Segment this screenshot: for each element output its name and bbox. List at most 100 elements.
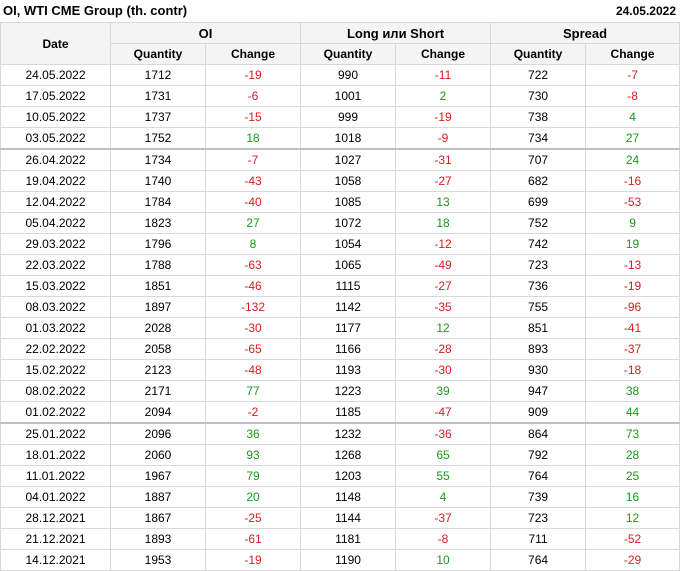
spread-change-cell: -8 bbox=[585, 85, 680, 107]
oi-change-header: Change bbox=[204, 43, 302, 65]
table-row: 11.01.2022 1967 79 1203 55 764 25 bbox=[0, 465, 680, 487]
spread-quantity-cell: 909 bbox=[490, 401, 587, 424]
long-short-quantity-cell: 1144 bbox=[300, 507, 397, 529]
long-short-change-cell: 18 bbox=[395, 212, 492, 234]
spread-change-cell: -53 bbox=[585, 191, 680, 213]
long-short-change-cell: 2 bbox=[395, 85, 492, 107]
long-short-change-cell: -31 bbox=[395, 148, 492, 171]
date-cell: 15.03.2022 bbox=[0, 275, 111, 297]
oi-change-cell: -48 bbox=[204, 359, 302, 381]
date-cell: 10.05.2022 bbox=[0, 106, 111, 128]
table-row: 14.12.2021 1953 -19 1190 10 764 -29 bbox=[0, 549, 680, 571]
table-row: 03.05.2022 1752 18 1018 -9 734 27 bbox=[0, 127, 680, 150]
long-short-quantity-cell: 990 bbox=[300, 64, 397, 86]
long-short-quantity-header: Quantity bbox=[300, 43, 397, 65]
oi-change-cell: -19 bbox=[204, 549, 302, 571]
long-short-quantity-cell: 1223 bbox=[300, 380, 397, 402]
table-row: 08.02.2022 2171 77 1223 39 947 38 bbox=[0, 380, 680, 402]
long-short-quantity-cell: 1085 bbox=[300, 191, 397, 213]
oi-quantity-cell: 2096 bbox=[110, 422, 206, 445]
date-cell: 22.03.2022 bbox=[0, 254, 111, 276]
long-short-quantity-cell: 1018 bbox=[300, 127, 397, 150]
oi-quantity-cell: 1734 bbox=[110, 148, 206, 171]
date-cell: 01.02.2022 bbox=[0, 401, 111, 424]
oi-quantity-cell: 1887 bbox=[110, 486, 206, 508]
oi-change-cell: -46 bbox=[204, 275, 302, 297]
oi-quantity-cell: 1967 bbox=[110, 465, 206, 487]
oi-change-cell: -19 bbox=[204, 64, 302, 86]
long-short-change-cell: 39 bbox=[395, 380, 492, 402]
oi-quantity-cell: 1823 bbox=[110, 212, 206, 234]
oi-change-cell: 20 bbox=[204, 486, 302, 508]
table-body: 24.05.2022 1712 -19 990 -11 722 -7 17.05.2022 17… bbox=[0, 64, 680, 571]
long-short-change-cell: -28 bbox=[395, 338, 492, 360]
spread-quantity-cell: 730 bbox=[490, 85, 587, 107]
table-row: 17.05.2022 1731 -6 1001 2 730 -8 bbox=[0, 85, 680, 107]
spread-change-cell: 24 bbox=[585, 148, 680, 171]
long-short-change-cell: -30 bbox=[395, 359, 492, 381]
title-bar: OI, WTI CME Group (th. contr) 24.05.2022 bbox=[0, 0, 680, 22]
long-short-quantity-cell: 1177 bbox=[300, 317, 397, 339]
oi-quantity-cell: 1867 bbox=[110, 507, 206, 529]
long-short-group-header: Long или Short bbox=[300, 22, 492, 44]
table-row: 01.03.2022 2028 -30 1177 12 851 -41 bbox=[0, 317, 680, 339]
oi-change-cell: 27 bbox=[204, 212, 302, 234]
spread-change-cell: -41 bbox=[585, 317, 680, 339]
long-short-change-cell: -9 bbox=[395, 127, 492, 150]
spread-change-cell: -18 bbox=[585, 359, 680, 381]
oi-quantity-cell: 2123 bbox=[110, 359, 206, 381]
spread-quantity-header: Quantity bbox=[490, 43, 587, 65]
report-date: 24.05.2022 bbox=[615, 4, 676, 18]
spread-quantity-cell: 851 bbox=[490, 317, 587, 339]
date-cell: 08.03.2022 bbox=[0, 296, 111, 318]
spread-quantity-cell: 764 bbox=[490, 465, 587, 487]
long-short-change-header: Change bbox=[395, 43, 492, 65]
date-cell: 25.01.2022 bbox=[0, 422, 111, 445]
spread-quantity-cell: 739 bbox=[490, 486, 587, 508]
date-cell: 08.02.2022 bbox=[0, 380, 111, 402]
table-row: 12.04.2022 1784 -40 1085 13 699 -53 bbox=[0, 191, 680, 213]
spread-quantity-cell: 699 bbox=[490, 191, 587, 213]
long-short-change-cell: -27 bbox=[395, 170, 492, 192]
oi-quantity-cell: 1953 bbox=[110, 549, 206, 571]
long-short-quantity-cell: 1193 bbox=[300, 359, 397, 381]
table-row: 15.03.2022 1851 -46 1115 -27 736 -19 bbox=[0, 275, 680, 297]
spread-change-cell: -52 bbox=[585, 528, 680, 550]
oi-change-cell: 8 bbox=[204, 233, 302, 255]
spread-quantity-cell: 736 bbox=[490, 275, 587, 297]
spread-quantity-cell: 755 bbox=[490, 296, 587, 318]
table-row: 01.02.2022 2094 -2 1185 -47 909 44 bbox=[0, 401, 680, 424]
date-cell: 19.04.2022 bbox=[0, 170, 111, 192]
long-short-quantity-cell: 1268 bbox=[300, 444, 397, 466]
oi-change-cell: -132 bbox=[204, 296, 302, 318]
spread-change-cell: -37 bbox=[585, 338, 680, 360]
spread-change-cell: 9 bbox=[585, 212, 680, 234]
spread-change-cell: 16 bbox=[585, 486, 680, 508]
spread-change-cell: 19 bbox=[585, 233, 680, 255]
spread-change-cell: 4 bbox=[585, 106, 680, 128]
oi-quantity-cell: 1737 bbox=[110, 106, 206, 128]
spread-change-cell: 27 bbox=[585, 127, 680, 150]
spread-quantity-cell: 711 bbox=[490, 528, 587, 550]
table-row: 08.03.2022 1897 -132 1142 -35 755 -96 bbox=[0, 296, 680, 318]
long-short-quantity-cell: 1185 bbox=[300, 401, 397, 424]
date-cell: 26.04.2022 bbox=[0, 148, 111, 171]
long-short-quantity-cell: 1054 bbox=[300, 233, 397, 255]
table-row: 25.01.2022 2096 36 1232 -36 864 73 bbox=[0, 422, 680, 445]
spread-quantity-cell: 752 bbox=[490, 212, 587, 234]
table-row: 21.12.2021 1893 -61 1181 -8 711 -52 bbox=[0, 528, 680, 550]
oi-quantity-cell: 2028 bbox=[110, 317, 206, 339]
oi-change-cell: -61 bbox=[204, 528, 302, 550]
spread-change-cell: 38 bbox=[585, 380, 680, 402]
oi-quantity-cell: 2058 bbox=[110, 338, 206, 360]
oi-change-cell: 93 bbox=[204, 444, 302, 466]
spread-quantity-cell: 930 bbox=[490, 359, 587, 381]
long-short-change-cell: -36 bbox=[395, 422, 492, 445]
long-short-change-cell: 13 bbox=[395, 191, 492, 213]
long-short-quantity-cell: 1027 bbox=[300, 148, 397, 171]
oi-quantity-cell: 1788 bbox=[110, 254, 206, 276]
date-cell: 01.03.2022 bbox=[0, 317, 111, 339]
table-row: 19.04.2022 1740 -43 1058 -27 682 -16 bbox=[0, 170, 680, 192]
long-short-quantity-cell: 1181 bbox=[300, 528, 397, 550]
long-short-quantity-cell: 1203 bbox=[300, 465, 397, 487]
